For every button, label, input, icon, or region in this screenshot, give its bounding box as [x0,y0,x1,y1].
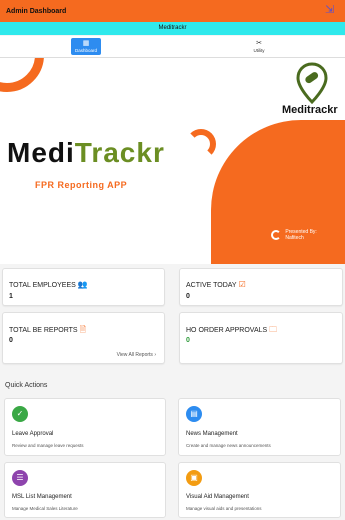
quick-action-msl-list-management[interactable]: ☰ MSL List Management Manage Medical Sal… [4,462,166,518]
quick-action-visual-aid-management[interactable]: ▣ Visual Aid Management Manage visual ai… [178,462,341,518]
stat-value: 0 [9,337,13,344]
quick-action-title: Visual Aid Management [186,494,249,500]
quick-actions-heading: Quick Actions [5,382,48,389]
quick-action-desc: Manage Medical Sales Literature [12,506,78,511]
stat-label: TOTAL EMPLOYEES [9,282,76,289]
decorative-ring [186,129,216,159]
location-pin-logo [296,62,328,104]
stat-card-total-employees[interactable]: TOTAL EMPLOYEES 👥 1 [2,268,165,306]
quick-action-title: News Management [186,431,238,437]
stat-value: 1 [9,293,13,300]
quick-action-news-management[interactable]: ▤ News Management Create and manage news… [178,398,341,456]
document-icon: 🗎 [79,325,87,334]
tab-utility-label: Utility [253,48,265,53]
stat-label: ACTIVE TODAY [186,282,237,289]
app-title: Meditrackr [158,25,187,31]
chevron-right-icon: › [154,352,156,358]
stat-value: 0 [186,337,190,344]
tab-bar: ▦ Dashboard ✂ Utility [0,36,345,58]
decorative-blob [211,120,345,264]
view-all-reports-link[interactable]: View All Reports › [117,352,156,358]
users-icon: 👥 [77,280,88,289]
logout-icon[interactable]: ⇲ [325,4,337,16]
stat-card-total-be-reports[interactable]: TOTAL BE REPORTS 🗎 0 View All Reports › [2,312,165,364]
tab-dashboard[interactable]: ▦ Dashboard [71,38,101,55]
image-icon: ▣ [186,470,202,486]
list-icon: ☰ [12,470,28,486]
check-icon: ✓ [12,406,28,422]
decorative-arc [0,58,44,92]
news-icon: ▤ [186,406,202,422]
app-title-bar: Meditrackr [0,22,345,35]
tools-icon: ✂ [256,40,262,47]
quick-action-title: Leave Approval [12,431,54,437]
quick-action-desc: Create and manage news announcements [186,443,271,448]
stat-card-active-today[interactable]: ACTIVE TODAY ☑ 0 [179,268,343,306]
stat-label: HO ORDER APPROVALS [186,327,268,334]
tab-utility[interactable]: ✂ Utility [244,38,274,55]
calendar-check-icon: ☑ [238,280,246,289]
quick-action-title: MSL List Management [12,494,72,500]
hero-subtitle: FPR Reporting APP [35,180,128,190]
page-title: Admin Dashboard [6,7,67,15]
presented-line2: Nafitech [285,235,304,241]
stat-card-ho-order-approvals[interactable]: HO ORDER APPROVALS 🗀 0 [179,312,343,364]
folder-icon: 🗀 [269,325,278,334]
quick-action-desc: Manage visual aids and presentations [186,506,262,511]
brand-part-trackr: Trackr [74,137,165,168]
brand-small: Meditrackr [282,104,338,116]
stat-label: TOTAL BE REPORTS [9,327,78,334]
top-bar: Admin Dashboard ⇲ [0,0,345,22]
quick-action-desc: Review and manage leave requests [12,443,84,448]
company-logo-icon [271,230,281,240]
presented-by: Presented By: Nafitech [271,229,317,241]
brand-logo-text: MediTrackr [7,137,165,169]
quick-action-leave-approval[interactable]: ✓ Leave Approval Review and manage leave… [4,398,166,456]
hero-banner: Meditrackr MediTrackr FPR Reporting APP … [0,58,345,264]
grid-icon: ▦ [82,40,90,47]
stat-value: 0 [186,293,190,300]
tab-dashboard-label: Dashboard [74,48,97,53]
brand-part-medi: Medi [7,137,75,168]
